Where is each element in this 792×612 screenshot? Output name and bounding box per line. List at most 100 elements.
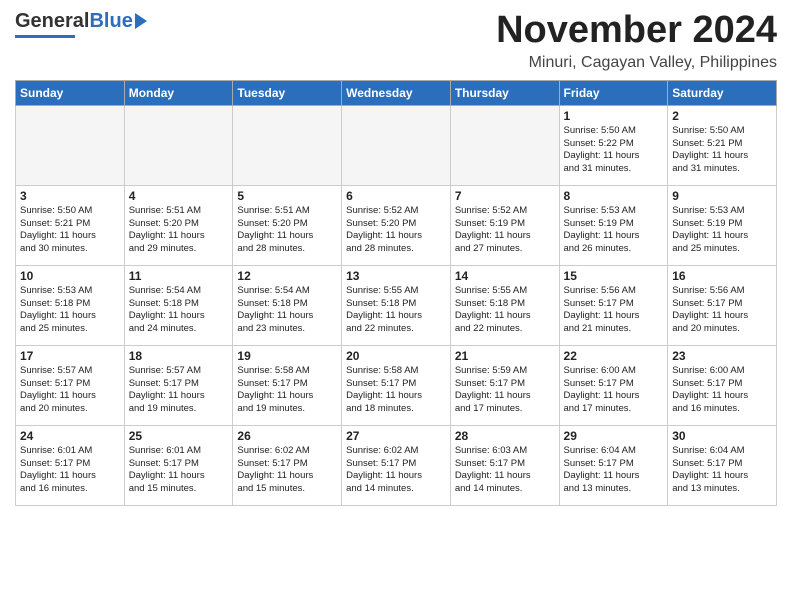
calendar-cell: 8 Sunrise: 5:53 AM Sunset: 5:19 PM Daylig… (559, 185, 668, 265)
weekday-header-row: SundayMondayTuesdayWednesdayThursdayFrid… (16, 80, 777, 105)
day-info: Sunrise: 6:04 AM Sunset: 5:17 PM Dayligh… (672, 445, 772, 496)
week-row-4: 17 Sunrise: 5:57 AM Sunset: 5:17 PM Dayli… (16, 345, 777, 425)
weekday-header-sunday: Sunday (16, 80, 125, 105)
day-info: Sunrise: 5:54 AM Sunset: 5:18 PM Dayligh… (129, 285, 229, 336)
day-info: Sunrise: 5:53 AM Sunset: 5:19 PM Dayligh… (564, 205, 664, 256)
day-info: Sunrise: 5:55 AM Sunset: 5:18 PM Dayligh… (455, 285, 555, 336)
calendar-cell: 11 Sunrise: 5:54 AM Sunset: 5:18 PM Dayli… (124, 265, 233, 345)
day-number: 2 (672, 109, 772, 123)
calendar-cell (233, 105, 342, 185)
day-info: Sunrise: 5:53 AM Sunset: 5:19 PM Dayligh… (672, 205, 772, 256)
day-info: Sunrise: 5:55 AM Sunset: 5:18 PM Dayligh… (346, 285, 446, 336)
day-number: 14 (455, 269, 555, 283)
day-info: Sunrise: 5:58 AM Sunset: 5:17 PM Dayligh… (237, 365, 337, 416)
day-number: 23 (672, 349, 772, 363)
day-info: Sunrise: 5:52 AM Sunset: 5:19 PM Dayligh… (455, 205, 555, 256)
calendar-cell (124, 105, 233, 185)
day-number: 17 (20, 349, 120, 363)
calendar-cell: 6 Sunrise: 5:52 AM Sunset: 5:20 PM Daylig… (342, 185, 451, 265)
calendar-cell: 5 Sunrise: 5:51 AM Sunset: 5:20 PM Daylig… (233, 185, 342, 265)
logo: General Blue (15, 10, 147, 38)
day-number: 9 (672, 189, 772, 203)
calendar-cell: 22Sunrise: 6:00 AM Sunset: 5:17 PM Dayli… (559, 345, 668, 425)
calendar-cell: 4 Sunrise: 5:51 AM Sunset: 5:20 PM Daylig… (124, 185, 233, 265)
calendar-cell: 23Sunrise: 6:00 AM Sunset: 5:17 PM Dayli… (668, 345, 777, 425)
week-row-5: 24 Sunrise: 6:01 AM Sunset: 5:17 PM Dayli… (16, 425, 777, 505)
day-number: 20 (346, 349, 446, 363)
day-number: 12 (237, 269, 337, 283)
calendar-cell (342, 105, 451, 185)
day-number: 1 (564, 109, 664, 123)
logo-underline (15, 35, 75, 38)
day-info: Sunrise: 5:59 AM Sunset: 5:17 PM Dayligh… (455, 365, 555, 416)
calendar-cell: 28Sunrise: 6:03 AM Sunset: 5:17 PM Dayli… (450, 425, 559, 505)
day-number: 11 (129, 269, 229, 283)
calendar-cell: 30 Sunrise: 6:04 AM Sunset: 5:17 PM Dayli… (668, 425, 777, 505)
page-header: General Blue November 2024 Minuri, Cagay… (15, 10, 777, 72)
day-number: 4 (129, 189, 229, 203)
title-block: November 2024 Minuri, Cagayan Valley, Ph… (496, 10, 777, 72)
day-info: Sunrise: 6:02 AM Sunset: 5:17 PM Dayligh… (346, 445, 446, 496)
calendar-cell: 3Sunrise: 5:50 AM Sunset: 5:21 PM Daylig… (16, 185, 125, 265)
logo-triangle-icon (135, 13, 147, 29)
calendar-cell (16, 105, 125, 185)
month-title: November 2024 (496, 10, 777, 52)
weekday-header-wednesday: Wednesday (342, 80, 451, 105)
day-info: Sunrise: 5:56 AM Sunset: 5:17 PM Dayligh… (672, 285, 772, 336)
weekday-header-tuesday: Tuesday (233, 80, 342, 105)
calendar-cell: 2 Sunrise: 5:50 AM Sunset: 5:21 PM Daylig… (668, 105, 777, 185)
day-number: 16 (672, 269, 772, 283)
calendar-cell: 24 Sunrise: 6:01 AM Sunset: 5:17 PM Dayli… (16, 425, 125, 505)
day-number: 8 (564, 189, 664, 203)
day-info: Sunrise: 6:01 AM Sunset: 5:17 PM Dayligh… (20, 445, 120, 496)
day-info: Sunrise: 5:50 AM Sunset: 5:22 PM Dayligh… (564, 125, 664, 176)
day-info: Sunrise: 6:04 AM Sunset: 5:17 PM Dayligh… (564, 445, 664, 496)
calendar-cell: 21Sunrise: 5:59 AM Sunset: 5:17 PM Dayli… (450, 345, 559, 425)
calendar-cell: 16 Sunrise: 5:56 AM Sunset: 5:17 PM Dayli… (668, 265, 777, 345)
day-info: Sunrise: 6:01 AM Sunset: 5:17 PM Dayligh… (129, 445, 229, 496)
day-info: Sunrise: 5:58 AM Sunset: 5:17 PM Dayligh… (346, 365, 446, 416)
calendar-table: SundayMondayTuesdayWednesdayThursdayFrid… (15, 80, 777, 506)
day-number: 25 (129, 429, 229, 443)
weekday-header-saturday: Saturday (668, 80, 777, 105)
calendar-cell: 26 Sunrise: 6:02 AM Sunset: 5:17 PM Dayli… (233, 425, 342, 505)
day-info: Sunrise: 5:50 AM Sunset: 5:21 PM Dayligh… (672, 125, 772, 176)
logo-general: General (15, 10, 89, 33)
weekday-header-friday: Friday (559, 80, 668, 105)
day-number: 18 (129, 349, 229, 363)
day-number: 30 (672, 429, 772, 443)
calendar-cell: 25 Sunrise: 6:01 AM Sunset: 5:17 PM Dayli… (124, 425, 233, 505)
day-number: 7 (455, 189, 555, 203)
day-info: Sunrise: 6:02 AM Sunset: 5:17 PM Dayligh… (237, 445, 337, 496)
calendar-cell: 13 Sunrise: 5:55 AM Sunset: 5:18 PM Dayli… (342, 265, 451, 345)
calendar-cell: 14 Sunrise: 5:55 AM Sunset: 5:18 PM Dayli… (450, 265, 559, 345)
day-number: 6 (346, 189, 446, 203)
calendar-cell: 29Sunrise: 6:04 AM Sunset: 5:17 PM Dayli… (559, 425, 668, 505)
calendar-cell: 20 Sunrise: 5:58 AM Sunset: 5:17 PM Dayli… (342, 345, 451, 425)
day-number: 5 (237, 189, 337, 203)
day-number: 26 (237, 429, 337, 443)
day-info: Sunrise: 5:51 AM Sunset: 5:20 PM Dayligh… (129, 205, 229, 256)
calendar-cell: 27 Sunrise: 6:02 AM Sunset: 5:17 PM Dayli… (342, 425, 451, 505)
day-info: Sunrise: 5:52 AM Sunset: 5:20 PM Dayligh… (346, 205, 446, 256)
day-info: Sunrise: 5:51 AM Sunset: 5:20 PM Dayligh… (237, 205, 337, 256)
day-number: 24 (20, 429, 120, 443)
day-number: 27 (346, 429, 446, 443)
calendar-cell: 12Sunrise: 5:54 AM Sunset: 5:18 PM Dayli… (233, 265, 342, 345)
calendar-cell: 9 Sunrise: 5:53 AM Sunset: 5:19 PM Daylig… (668, 185, 777, 265)
day-info: Sunrise: 5:57 AM Sunset: 5:17 PM Dayligh… (20, 365, 120, 416)
day-info: Sunrise: 5:53 AM Sunset: 5:18 PM Dayligh… (20, 285, 120, 336)
calendar-cell: 1 Sunrise: 5:50 AM Sunset: 5:22 PM Daylig… (559, 105, 668, 185)
week-row-3: 10Sunrise: 5:53 AM Sunset: 5:18 PM Dayli… (16, 265, 777, 345)
weekday-header-monday: Monday (124, 80, 233, 105)
logo-blue: Blue (89, 10, 132, 33)
calendar-cell: 10Sunrise: 5:53 AM Sunset: 5:18 PM Dayli… (16, 265, 125, 345)
day-info: Sunrise: 5:56 AM Sunset: 5:17 PM Dayligh… (564, 285, 664, 336)
location-title: Minuri, Cagayan Valley, Philippines (496, 54, 777, 72)
calendar-cell: 7 Sunrise: 5:52 AM Sunset: 5:19 PM Daylig… (450, 185, 559, 265)
day-info: Sunrise: 6:00 AM Sunset: 5:17 PM Dayligh… (564, 365, 664, 416)
calendar-cell (450, 105, 559, 185)
day-info: Sunrise: 5:57 AM Sunset: 5:17 PM Dayligh… (129, 365, 229, 416)
week-row-2: 3Sunrise: 5:50 AM Sunset: 5:21 PM Daylig… (16, 185, 777, 265)
day-number: 13 (346, 269, 446, 283)
